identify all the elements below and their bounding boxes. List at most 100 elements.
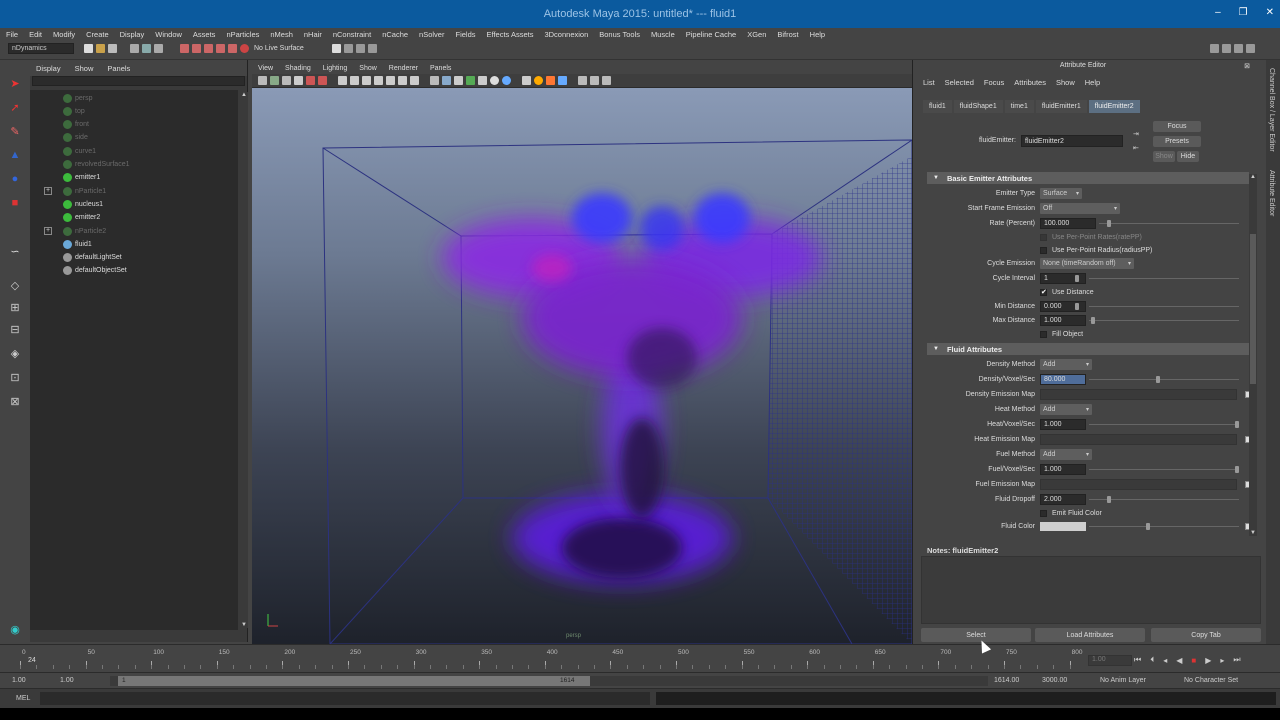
outliner-item-nparticle1[interactable]: nParticle1 (63, 185, 106, 197)
menu-ncache[interactable]: nCache (382, 30, 408, 39)
select-object-icon[interactable] (142, 44, 151, 53)
outliner-item-fluid1[interactable]: fluid1 (63, 238, 92, 250)
mel-label[interactable]: MEL (16, 695, 30, 702)
vp-menu-shading[interactable]: Shading (285, 65, 311, 72)
character-set-dropdown[interactable]: No Character Set (1184, 677, 1238, 684)
focus-button[interactable]: Focus (1153, 121, 1201, 132)
resolution-gate-icon[interactable] (362, 76, 371, 85)
ae-menu-help[interactable]: Help (1085, 78, 1100, 87)
motion-blur-icon[interactable] (546, 76, 555, 85)
presets-button[interactable]: Presets (1153, 136, 1201, 147)
outliner-item-defaultobjectset[interactable]: defaultObjectSet (63, 265, 127, 277)
paint-select-tool-icon[interactable]: ✎ (6, 122, 24, 140)
outliner-item-curve1[interactable]: curve1 (63, 145, 96, 157)
play-backward-icon[interactable]: ◀ (1176, 656, 1182, 665)
depth-of-field-icon[interactable] (578, 76, 587, 85)
field-chart-icon[interactable] (386, 76, 395, 85)
outliner-menu-display[interactable]: Display (36, 64, 61, 73)
heat-rate-slider[interactable] (1089, 424, 1239, 425)
go-to-output-icon[interactable]: ⇤ (1133, 144, 1139, 152)
emit-fluid-color-checkbox[interactable] (1040, 510, 1047, 517)
attribute-scrollbar-thumb[interactable] (1250, 234, 1256, 384)
density-rate-slider[interactable] (1089, 379, 1239, 380)
fluid-attributes-section-header[interactable]: ▼ Fluid Attributes (927, 343, 1249, 355)
show-button[interactable]: Show (1153, 151, 1175, 162)
move-tool-icon[interactable]: ▲ (6, 146, 24, 164)
xray-icon[interactable] (466, 76, 475, 85)
maximize-icon[interactable]: ❐ (1239, 7, 1248, 18)
close-icon[interactable]: ✕ (1266, 7, 1274, 18)
stop-icon[interactable]: ■ (1191, 656, 1196, 665)
fluid-dropoff-field[interactable]: 2.000 (1040, 494, 1086, 505)
anim-layer-dropdown[interactable]: No Anim Layer (1100, 677, 1146, 684)
rate-field[interactable]: 100.000 (1040, 218, 1096, 229)
ae-menu-attributes[interactable]: Attributes (1014, 78, 1046, 87)
menu-bonus-tools[interactable]: Bonus Tools (599, 30, 640, 39)
menu-set-dropdown[interactable]: nDynamics (8, 43, 74, 54)
four-view-layout-icon[interactable]: ⊞ (6, 298, 24, 316)
tab-fluidemitter2[interactable]: fluidEmitter2 (1088, 100, 1140, 113)
outliner-item-side[interactable]: side (63, 132, 88, 144)
outliner-item-defaultlightset[interactable]: defaultLightSet (63, 252, 122, 264)
vp-menu-show[interactable]: Show (359, 65, 377, 72)
expand-icon[interactable]: + (44, 227, 52, 235)
outliner-item-emitter1[interactable]: emitter1 (63, 172, 100, 184)
tab-fluid1[interactable]: fluid1 (923, 100, 952, 113)
menu-muscle[interactable]: Muscle (651, 30, 675, 39)
step-forward-frame-icon[interactable]: ▸ (1220, 656, 1224, 665)
tab-fluidemitter1[interactable]: fluidEmitter1 (1035, 100, 1087, 113)
lasso-tool-icon[interactable]: ➚ (6, 98, 24, 116)
heat-emission-map-field[interactable] (1040, 434, 1237, 445)
live-surface-icon[interactable] (240, 44, 249, 53)
minimize-icon[interactable]: – (1215, 7, 1221, 18)
select-hierarchy-icon[interactable] (130, 44, 139, 53)
outliner-item-nparticle2[interactable]: nParticle2 (63, 225, 106, 237)
select-camera-icon[interactable] (258, 76, 267, 85)
new-scene-icon[interactable] (84, 44, 93, 53)
select-tool-icon[interactable]: ➤ (6, 74, 24, 92)
playback-end-field[interactable]: 1614.00 (994, 677, 1019, 684)
scroll-up-icon[interactable]: ▲ (1250, 174, 1256, 180)
menu-nconstraint[interactable]: nConstraint (333, 30, 371, 39)
scroll-up-icon[interactable]: ▲ (241, 92, 247, 98)
default-lighting-icon[interactable] (478, 76, 487, 85)
playback-start-field[interactable]: 1.00 (60, 677, 74, 684)
grid-icon[interactable] (338, 76, 347, 85)
rate-slider-handle[interactable] (1107, 220, 1111, 227)
max-distance-slider-handle[interactable] (1091, 317, 1095, 324)
animation-start-field[interactable]: 1.00 (12, 677, 26, 684)
grease-pencil-icon[interactable] (318, 76, 327, 85)
cycle-interval-field[interactable]: 1 (1040, 273, 1086, 284)
rotate-tool-icon[interactable]: ● (6, 170, 24, 188)
fuel-rate-field[interactable]: 1.000 (1040, 464, 1086, 475)
vp-menu-panels[interactable]: Panels (430, 65, 451, 72)
play-forward-icon[interactable]: ▶ (1205, 656, 1211, 665)
attribute-scrollbar[interactable]: ▲ ▼ (1249, 174, 1257, 536)
toggle-tool-settings-icon[interactable] (1234, 44, 1243, 53)
menu-display[interactable]: Display (120, 30, 145, 39)
step-back-key-icon[interactable]: ⏴ (1150, 655, 1154, 665)
max-distance-field[interactable]: 1.000 (1040, 315, 1086, 326)
current-time-field[interactable]: 1.00 (1088, 655, 1132, 666)
vp-menu-view[interactable]: View (258, 65, 273, 72)
outliner-search-input[interactable] (32, 76, 245, 86)
outliner-menu-panels[interactable]: Panels (107, 64, 130, 73)
fuel-emission-map-field[interactable] (1040, 479, 1237, 490)
use-distance-checkbox[interactable]: ✔ (1040, 289, 1047, 296)
menu-pipeline-cache[interactable]: Pipeline Cache (686, 30, 736, 39)
vp-menu-renderer[interactable]: Renderer (389, 65, 418, 72)
density-method-dropdown[interactable]: Add (1040, 359, 1092, 370)
animation-end-field[interactable]: 3000.00 (1042, 677, 1067, 684)
max-distance-slider[interactable] (1089, 320, 1239, 321)
fluid-dropoff-slider[interactable] (1089, 499, 1239, 500)
save-scene-icon[interactable] (108, 44, 117, 53)
step-back-frame-icon[interactable]: ◂ (1163, 656, 1167, 665)
ae-menu-focus[interactable]: Focus (984, 78, 1004, 87)
outliner-item-nucleus1[interactable]: nucleus1 (63, 198, 103, 210)
safe-action-icon[interactable] (398, 76, 407, 85)
use-per-point-rates-checkbox[interactable] (1040, 234, 1047, 241)
min-distance-slider-handle[interactable] (1075, 303, 1079, 310)
bookmarks-icon[interactable] (282, 76, 291, 85)
heat-rate-slider-handle[interactable] (1235, 421, 1239, 428)
node-name-field[interactable]: fluidEmitter2 (1021, 135, 1123, 147)
